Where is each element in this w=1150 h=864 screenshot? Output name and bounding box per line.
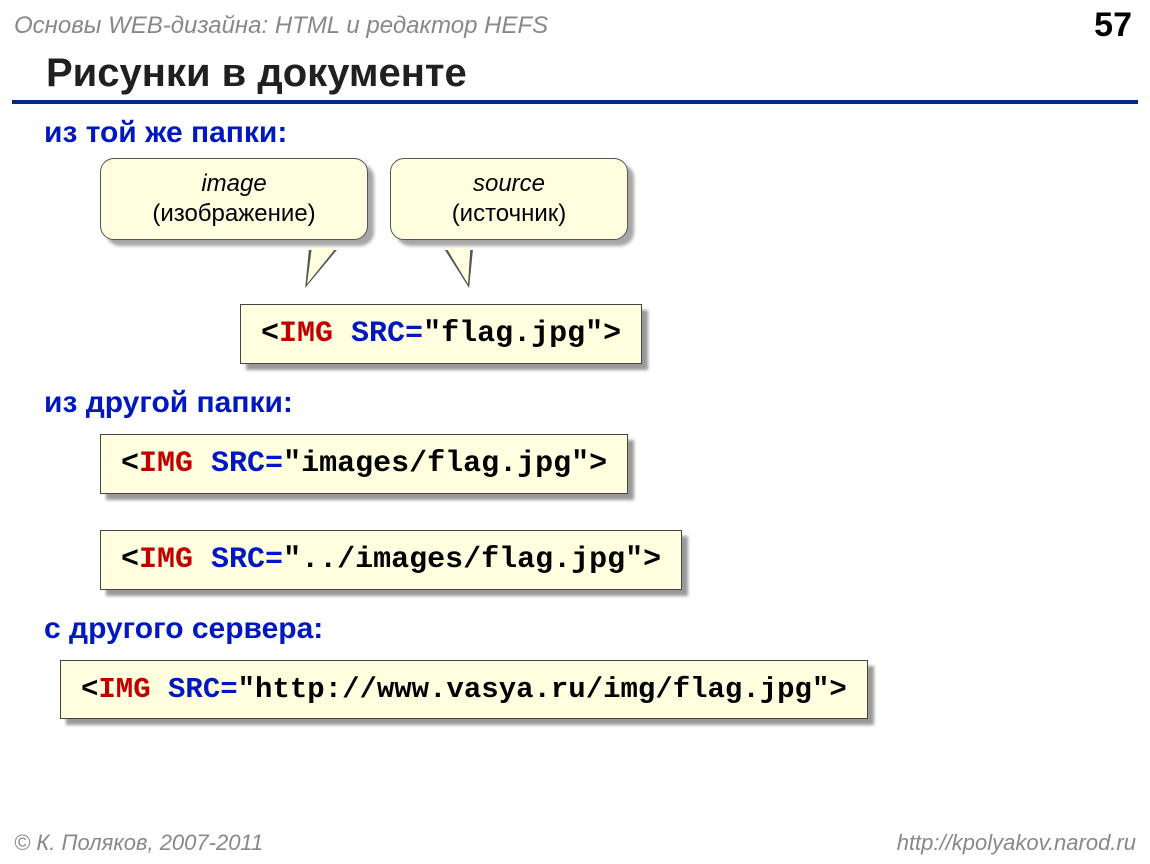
page-number: 57 <box>1094 6 1132 45</box>
code-example-3: <IMG SRC="../images/flag.jpg"> <box>100 530 682 590</box>
callout-image-en: image <box>119 169 349 199</box>
callout-source-ru: (источник) <box>409 199 609 229</box>
code-example-1: <IMG SRC="flag.jpg"> <box>240 304 642 364</box>
code-example-4: <IMG SRC="http://www.vasya.ru/img/flag.j… <box>60 660 868 719</box>
callout-source: source (источник) <box>390 158 628 240</box>
callout-source-en: source <box>409 169 609 199</box>
callout-tail-icon <box>445 250 483 288</box>
callout-image-ru: (изображение) <box>119 199 349 229</box>
footer-copyright: © К. Поляков, 2007-2011 <box>14 830 263 856</box>
section-other-server: с другого сервера: <box>44 612 1150 646</box>
breadcrumb: Основы WEB-дизайна: HTML и редактор HEFS <box>14 12 548 40</box>
section-same-folder: из той же папки: <box>44 116 1150 150</box>
section-other-folder: из другой папки: <box>44 386 1150 420</box>
code-example-2: <IMG SRC="images/flag.jpg"> <box>100 434 628 494</box>
page-title: Рисунки в документе <box>12 45 1138 104</box>
callout-image: image (изображение) <box>100 158 368 240</box>
callout-tail-icon <box>291 250 337 288</box>
footer-url: http://kpolyakov.narod.ru <box>897 830 1136 856</box>
